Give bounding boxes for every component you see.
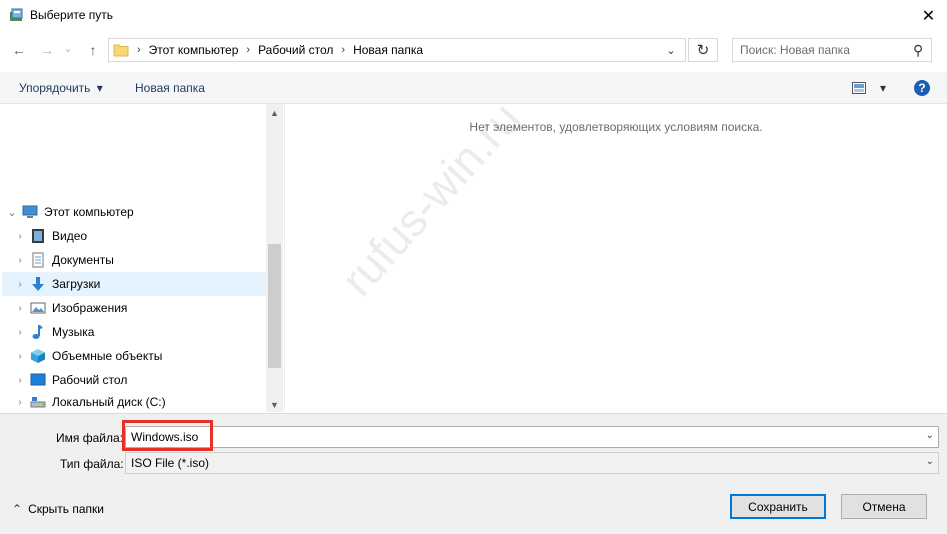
back-button[interactable]: ← xyxy=(8,38,30,62)
tree-item-pictures[interactable]: › Изображения xyxy=(2,296,274,320)
tree-item-downloads[interactable]: › Загрузки xyxy=(2,272,266,296)
cancel-button[interactable]: Отмена xyxy=(841,494,927,519)
tree-item-label: Этот компьютер xyxy=(44,205,134,219)
breadcrumb-separator: › xyxy=(137,44,141,56)
scroll-down-button[interactable]: ▼ xyxy=(266,397,283,413)
refresh-icon: ↻ xyxy=(696,42,710,59)
help-button[interactable]: ? xyxy=(914,80,930,96)
expand-icon[interactable]: › xyxy=(10,327,30,338)
organize-label: Упорядочить xyxy=(19,81,91,95)
tree-item-desktop[interactable]: › Рабочий стол xyxy=(2,368,274,392)
view-options-button[interactable]: ▾ xyxy=(852,81,886,95)
expand-icon[interactable]: › xyxy=(10,255,30,266)
scroll-up-button[interactable]: ▲ xyxy=(266,105,283,121)
documents-icon xyxy=(32,252,44,268)
window-title: Выберите путь xyxy=(30,8,114,22)
chevron-down-icon: ⌄ xyxy=(63,42,73,55)
downloads-icon xyxy=(32,277,44,291)
tree-item-label: Загрузки xyxy=(52,277,101,291)
filename-label: Имя файла: xyxy=(56,431,123,445)
save-button[interactable]: Сохранить xyxy=(730,494,826,519)
forward-button[interactable]: → xyxy=(36,38,58,62)
collapse-icon[interactable]: ⌄ xyxy=(2,206,22,219)
video-icon xyxy=(32,229,44,243)
tree-item-label: Изображения xyxy=(52,301,128,315)
expand-icon[interactable]: › xyxy=(10,231,30,242)
arrow-up-icon: ▲ xyxy=(270,108,279,118)
arrow-down-icon: ▼ xyxy=(270,400,279,410)
tree-item-label: Документы xyxy=(52,253,114,267)
recent-locations-button[interactable]: ⌄ xyxy=(60,36,76,60)
tree-item-3d-objects[interactable]: › Объемные объекты xyxy=(2,344,274,368)
expand-icon[interactable]: › xyxy=(10,279,30,290)
pictures-icon xyxy=(30,302,46,314)
highlight-box xyxy=(122,420,213,451)
filetype-value: ISO File (*.iso) xyxy=(131,456,210,470)
up-arrow-icon: ↑ xyxy=(89,42,97,58)
music-icon xyxy=(32,325,43,339)
expand-icon[interactable]: › xyxy=(10,397,30,408)
breadcrumb-this-pc[interactable]: Этот компьютер xyxy=(149,43,239,57)
breadcrumb-desktop[interactable]: Рабочий стол xyxy=(258,43,333,57)
hide-folders-label: Скрыть папки xyxy=(28,502,104,516)
filename-input[interactable]: Windows.iso ⌄ xyxy=(125,426,939,448)
tree-item-video[interactable]: › Видео xyxy=(2,224,274,248)
refresh-button[interactable]: ↻ xyxy=(688,38,718,62)
app-icon xyxy=(10,8,23,21)
close-button[interactable]: ✕ xyxy=(910,0,947,32)
up-button[interactable]: ↑ xyxy=(82,38,104,62)
tree-item-label: Видео xyxy=(52,229,88,243)
desktop-icon xyxy=(30,373,46,386)
scrollbar-thumb[interactable] xyxy=(268,244,281,368)
tree-item-label: Локальный диск (C:) xyxy=(52,395,166,409)
chevron-down-icon: ⌄ xyxy=(925,456,934,467)
chevron-up-icon: ⌃ xyxy=(12,502,23,516)
organize-button[interactable]: Упорядочить ▾ xyxy=(19,81,103,95)
3d-objects-icon xyxy=(31,349,45,363)
caret-down-icon: ▾ xyxy=(96,81,103,95)
close-icon: ✕ xyxy=(921,8,936,25)
forward-arrow-icon: → xyxy=(40,42,54,58)
empty-message: Нет элементов, удовлетворяющих условиям … xyxy=(469,120,763,134)
chevron-down-icon[interactable]: ⌄ xyxy=(926,430,934,441)
expand-icon[interactable]: › xyxy=(10,375,30,386)
chevron-down-icon: ⌄ xyxy=(666,44,676,57)
search-placeholder: Поиск: Новая папка xyxy=(740,43,850,57)
tree-item-this-pc[interactable]: ⌄ Этот компьютер xyxy=(2,200,266,224)
breadcrumb-separator: › xyxy=(341,44,346,56)
caret-down-icon: ▾ xyxy=(880,81,887,95)
tree-item-label: Рабочий стол xyxy=(52,373,128,387)
hide-folders-button[interactable]: ⌃ Скрыть папки xyxy=(12,502,104,516)
address-bar[interactable]: › Этот компьютер › Рабочий стол › Новая … xyxy=(108,38,686,62)
pane-divider[interactable] xyxy=(284,104,285,412)
breadcrumb-new-folder[interactable]: Новая папка xyxy=(353,43,423,57)
filetype-select[interactable]: ISO File (*.iso) ⌄ xyxy=(125,452,939,474)
tree-item-documents[interactable]: › Документы xyxy=(2,248,274,272)
back-arrow-icon: ← xyxy=(12,42,26,58)
search-icon: ⚲ xyxy=(912,41,923,58)
breadcrumb-separator: › xyxy=(246,44,251,56)
address-dropdown-button[interactable]: ⌄ xyxy=(658,38,684,62)
expand-icon[interactable]: › xyxy=(10,303,30,314)
tree-item-music[interactable]: › Музыка xyxy=(2,320,274,344)
computer-icon xyxy=(22,205,38,218)
view-icon xyxy=(852,82,866,94)
filetype-label: Тип файла: xyxy=(60,457,124,471)
folder-icon xyxy=(113,44,129,57)
tree-item-label: Объемные объекты xyxy=(52,349,163,363)
help-icon: ? xyxy=(918,81,926,95)
tree-item-drive-c[interactable]: › Локальный диск (C:) xyxy=(2,392,274,412)
expand-icon[interactable]: › xyxy=(10,351,30,362)
new-folder-button[interactable]: Новая папка xyxy=(135,81,205,95)
tree-item-label: Музыка xyxy=(52,325,95,339)
toolbar: Упорядочить ▾ Новая папка ▾ ? xyxy=(0,72,947,104)
title-bar: Выберите путь ✕ xyxy=(0,0,947,32)
drive-icon xyxy=(30,397,46,408)
search-input[interactable]: Поиск: Новая папка ⚲ xyxy=(732,38,932,62)
